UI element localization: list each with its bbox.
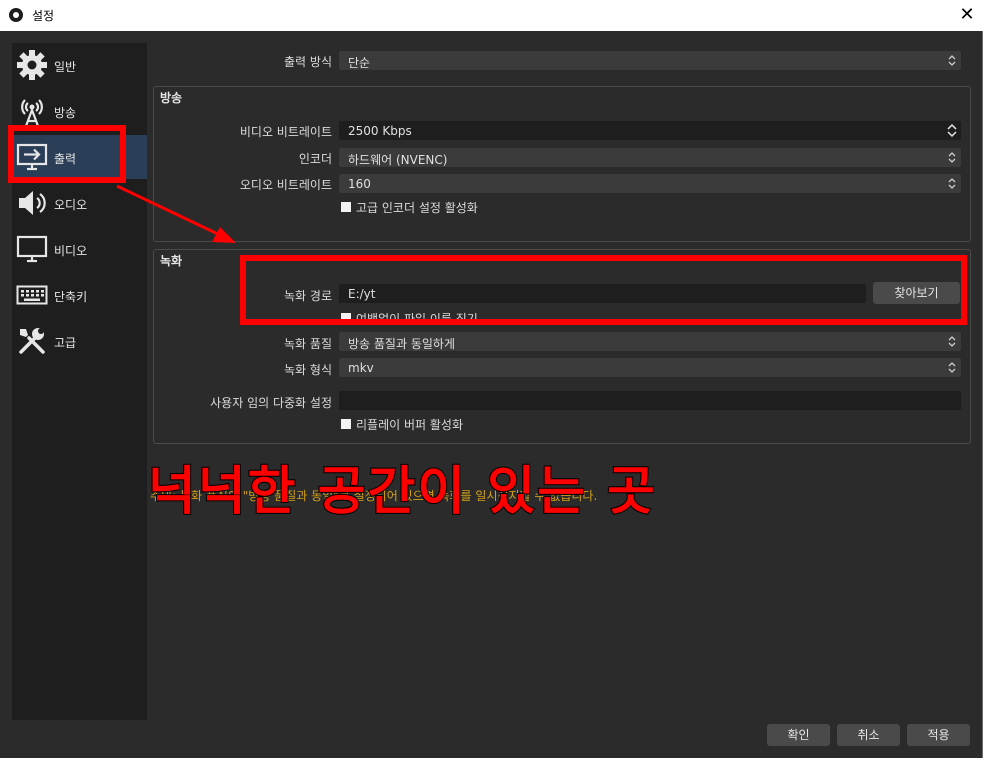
window-title: 설정 [32,9,55,23]
obs-logo-icon [9,8,23,22]
close-icon[interactable]: ✕ [951,0,983,31]
annotation-text: 넉넉한 공간이 있는 곳 [147,461,657,523]
annotation-arrow-icon [116,184,236,243]
title-bar: 설정 ✕ [0,0,983,32]
settings-body: 일반 방송 출력 오디오 비디오 단축키 고급 출력 방식 단순 방송 비디오 … [0,31,983,758]
